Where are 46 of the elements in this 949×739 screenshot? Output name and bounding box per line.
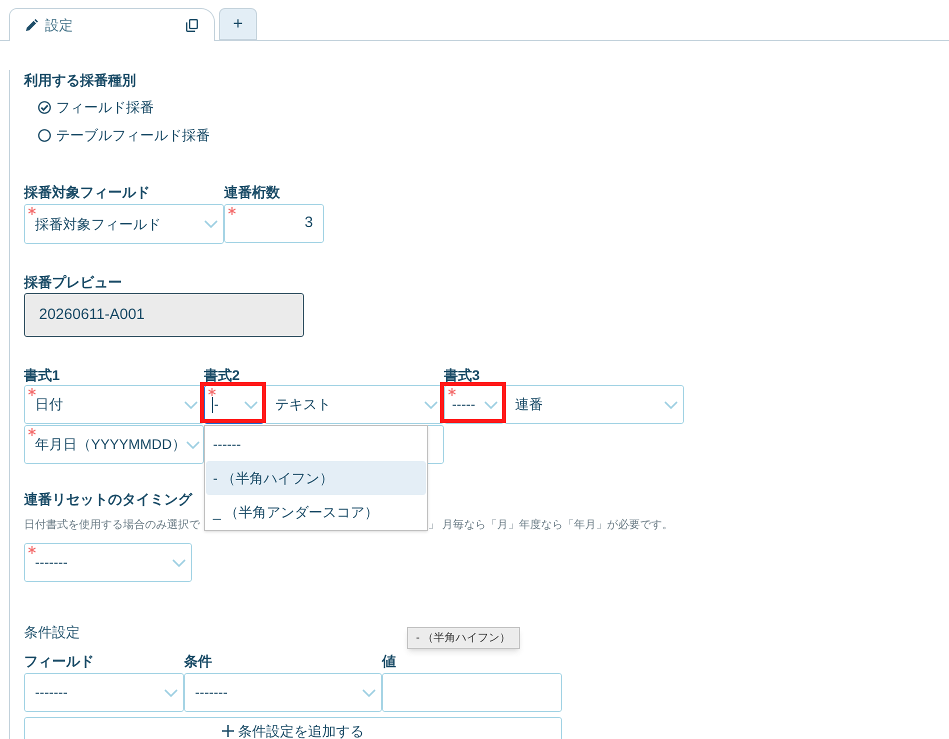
plus-icon [222, 725, 234, 737]
input-field[interactable] [382, 673, 562, 712]
pencil-icon [26, 19, 38, 31]
field-label: 採番プレビュー [24, 273, 123, 292]
field-label: 利用する採番種別 [24, 71, 137, 90]
field-label: 書式1 [24, 366, 61, 385]
chevron-down-icon [184, 400, 198, 408]
hint-text: 」 月毎なら「月」年度なら「年月」が必要です。 [428, 519, 674, 531]
field-label: 書式2 [204, 366, 241, 385]
chevron-down-icon [664, 400, 678, 408]
radio-option[interactable]: フィールド採番 [24, 93, 154, 121]
preview-field: 20260611-A001 [24, 293, 304, 337]
tooltip: - （半角ハイフン） [407, 627, 520, 649]
chevron-down-icon [164, 688, 178, 696]
radio-option[interactable]: テーブルフィールド採番 [24, 121, 210, 149]
chevron-down-icon [362, 688, 376, 696]
text-cursor [212, 396, 213, 412]
section-title: 条件設定 [24, 623, 80, 642]
select-field[interactable]: テキスト [264, 385, 444, 424]
select-field[interactable]: 日付 [24, 385, 204, 424]
number-input[interactable]: 3 [224, 204, 324, 243]
chevron-down-icon [424, 400, 438, 408]
select-field[interactable]: 年月日（YYYYMMDD） [24, 425, 204, 464]
select-field[interactable]: ------- [184, 673, 382, 712]
copy-icon[interactable] [186, 18, 198, 32]
chevron-down-icon [204, 220, 218, 228]
select-field[interactable]: ------- [24, 673, 184, 712]
field-label: 値 [382, 652, 396, 671]
tab[interactable]: 設定 [9, 8, 215, 41]
field-label: 採番対象フィールド [24, 183, 151, 202]
select-field[interactable]: 採番対象フィールド [24, 204, 224, 244]
add-condition-button[interactable]: 条件設定を追加する [24, 717, 562, 739]
add-tab[interactable]: + [219, 8, 257, 40]
field-label: 連番リセットのタイミング [24, 490, 194, 509]
select-field[interactable]: ------- [24, 543, 192, 582]
field-label: 書式3 [444, 366, 481, 385]
field-label: 条件 [184, 652, 212, 671]
field-label: フィールド [24, 652, 94, 671]
dropdown-option[interactable]: - （半角ハイフン） [206, 461, 426, 495]
chevron-down-icon [244, 400, 258, 408]
select-field[interactable]: 連番 [504, 385, 684, 424]
chevron-down-icon [186, 440, 200, 448]
hint-text: 日付書式を使用する場合のみ選択で [24, 519, 200, 531]
chevron-down-icon [172, 558, 186, 566]
chevron-down-icon [484, 400, 498, 408]
field-label: 連番桁数 [224, 183, 281, 202]
